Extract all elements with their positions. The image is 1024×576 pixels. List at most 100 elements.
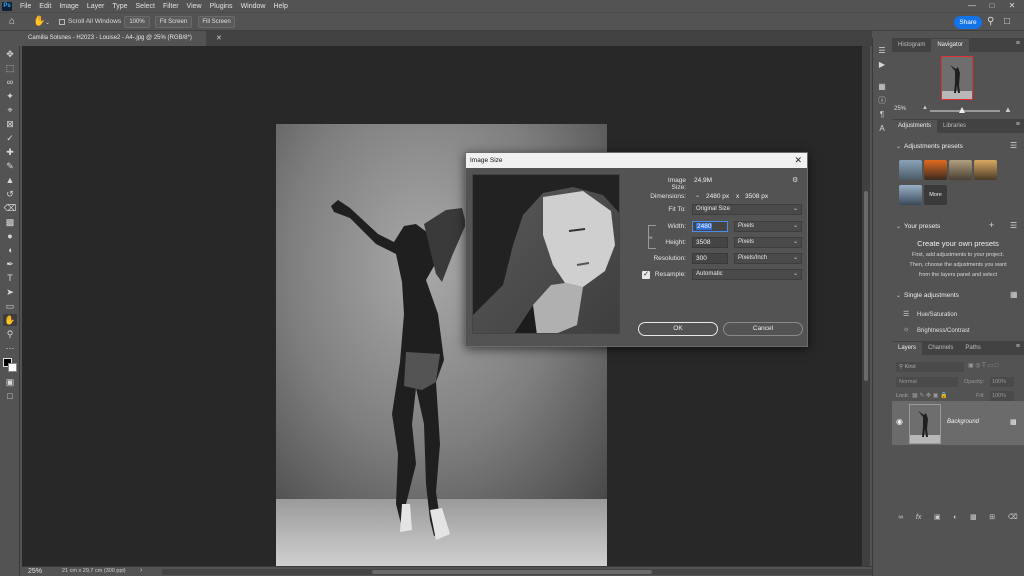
filter-icons[interactable]: ▣ ◎ T ▭ □ (968, 362, 998, 369)
preset-swatch[interactable] (924, 160, 947, 180)
resolution-input[interactable]: 300 (692, 253, 728, 264)
fill-screen-button[interactable]: Fill Screen (198, 16, 235, 28)
history-brush-tool-icon[interactable]: ↺ (3, 188, 17, 200)
more-tools-icon[interactable]: ⋯ (3, 342, 17, 354)
list-view-icon[interactable]: ☰ (1010, 221, 1017, 230)
zoom-tool-icon[interactable]: ⚲ (3, 328, 17, 340)
ok-button[interactable]: OK (638, 322, 718, 336)
brush-tool-icon[interactable]: ✎ (3, 160, 17, 172)
single-adjustments-heading[interactable]: Single adjustments (904, 292, 959, 299)
blur-tool-icon[interactable]: ● (3, 230, 17, 242)
workspace-icon[interactable]: □ (1004, 16, 1010, 27)
fill-field[interactable]: 100% (990, 391, 1014, 401)
properties-icon[interactable]: ▦ (877, 82, 887, 92)
dialog-preview[interactable] (472, 174, 620, 334)
chevron-down-icon[interactable]: ⌄ (896, 143, 901, 150)
tab-adjustments[interactable]: Adjustments (892, 120, 938, 133)
menu-help[interactable]: Help (269, 3, 291, 10)
visibility-eye-icon[interactable]: ◉ (896, 417, 903, 426)
path-selection-tool-icon[interactable]: ➤ (3, 286, 17, 298)
menu-select[interactable]: Select (132, 3, 159, 10)
frame-tool-icon[interactable]: ⊠ (3, 118, 17, 130)
tab-histogram[interactable]: Histogram (892, 39, 931, 52)
background-color-swatch[interactable] (8, 363, 17, 372)
menu-file[interactable]: File (16, 3, 35, 10)
actions-play-icon[interactable]: ▶ (877, 60, 887, 70)
navigator-zoom-knob[interactable] (959, 107, 965, 113)
adjustments-presets-heading[interactable]: Adjustments presets (904, 143, 963, 150)
menu-window[interactable]: Window (237, 3, 270, 10)
cancel-button[interactable]: Cancel (723, 322, 803, 336)
zoom-out-icon[interactable]: ▲ (922, 105, 928, 111)
preset-swatch[interactable] (899, 160, 922, 180)
delete-layer-icon[interactable]: ⌫ (1008, 513, 1018, 521)
hand-tool-icon[interactable]: ✋ (33, 16, 45, 27)
hand-tool-icon[interactable]: ✋ (3, 314, 17, 326)
tab-navigator[interactable]: Navigator (931, 39, 970, 52)
close-window-icon[interactable]: ✕ (1002, 0, 1022, 12)
crop-tool-icon[interactable]: ⌖ (3, 104, 17, 116)
search-icon[interactable]: ⚲ (987, 16, 994, 27)
minimize-icon[interactable]: — (962, 0, 982, 12)
settings-gear-icon[interactable]: ⚙ (792, 176, 798, 184)
fit-to-select[interactable]: Original Size ⌄ (692, 204, 802, 215)
healing-brush-tool-icon[interactable]: ✚ (3, 146, 17, 158)
object-selection-tool-icon[interactable]: ✦ (3, 90, 17, 102)
maximize-icon[interactable]: □ (982, 0, 1002, 12)
navigator-zoom-slider[interactable] (930, 110, 1000, 112)
history-icon[interactable]: ☰ (877, 46, 887, 56)
chevron-down-icon[interactable]: ⌄ (695, 192, 700, 199)
layer-filter-kind[interactable]: ⚲ Kind (896, 362, 964, 372)
preset-swatch[interactable] (949, 160, 972, 180)
panel-menu-icon[interactable]: ≡ (1016, 343, 1020, 350)
menu-view[interactable]: View (183, 3, 206, 10)
screen-mode-icon[interactable]: □ (3, 390, 17, 402)
horizontal-scrollbar[interactable] (162, 569, 872, 575)
chevron-right-icon[interactable]: › (140, 567, 142, 574)
zoom-in-icon[interactable]: ▲ (1004, 105, 1012, 114)
adjustment-layer-icon[interactable]: ◐ (953, 514, 957, 521)
vertical-scroll-thumb[interactable] (864, 191, 868, 381)
resolution-unit-select[interactable]: Pixels/Inch ⌄ (734, 253, 802, 264)
navigator-zoom-value[interactable]: 25% (894, 106, 906, 112)
clone-stamp-tool-icon[interactable]: ▲ (3, 174, 17, 186)
info-icon[interactable]: ⓘ (877, 96, 887, 106)
lock-icons[interactable]: ▦ ✎ ✥ ▣ 🔒 (912, 392, 948, 399)
fit-screen-button[interactable]: Fit Screen (155, 16, 192, 28)
close-tab-icon[interactable]: ✕ (216, 34, 222, 42)
eyedropper-tool-icon[interactable]: ✓ (3, 132, 17, 144)
shape-tool-icon[interactable]: ▭ (3, 300, 17, 312)
width-input[interactable]: 2480 (692, 221, 728, 232)
lasso-tool-icon[interactable]: ∞ (3, 76, 17, 88)
layer-name[interactable]: Background (947, 419, 979, 425)
zoom-100-button[interactable]: 100% (124, 16, 150, 28)
height-input[interactable]: 3508 (692, 237, 728, 248)
chevron-down-icon[interactable]: ⌄ (896, 292, 901, 299)
menu-type[interactable]: Type (108, 3, 131, 10)
tab-paths[interactable]: Paths (959, 342, 986, 355)
adjustment-hue-saturation[interactable]: Hue/Saturation (917, 312, 957, 318)
tab-libraries[interactable]: Libraries (937, 120, 972, 133)
blend-mode-select[interactable]: Normal (896, 377, 958, 387)
close-icon[interactable]: ✕ (794, 153, 802, 168)
status-zoom[interactable]: 25% (28, 568, 42, 575)
tab-channels[interactable]: Channels (922, 342, 959, 355)
more-presets-button[interactable]: More (924, 185, 947, 205)
panel-menu-icon[interactable]: ≡ (1016, 121, 1020, 128)
menu-layer[interactable]: Layer (83, 3, 109, 10)
dodge-tool-icon[interactable]: ◖ (3, 244, 17, 256)
quick-mask-icon[interactable]: ▣ (3, 376, 17, 388)
resample-select[interactable]: Automatic ⌄ (692, 269, 802, 280)
add-mask-icon[interactable]: ▣ (934, 513, 941, 521)
menu-filter[interactable]: Filter (159, 3, 183, 10)
menu-edit[interactable]: Edit (35, 3, 55, 10)
move-tool-icon[interactable]: ✥ (3, 48, 17, 60)
share-button[interactable]: Share (954, 16, 982, 29)
new-layer-icon[interactable]: ⊞ (989, 513, 995, 521)
marquee-tool-icon[interactable]: ⬚ (3, 62, 17, 74)
width-unit-select[interactable]: Pixels ⌄ (734, 221, 802, 232)
panel-menu-icon[interactable]: ≡ (1016, 40, 1020, 47)
home-icon[interactable]: ⌂ (9, 16, 15, 27)
eraser-tool-icon[interactable]: ⌫ (3, 202, 17, 214)
menu-plugins[interactable]: Plugins (206, 3, 237, 10)
